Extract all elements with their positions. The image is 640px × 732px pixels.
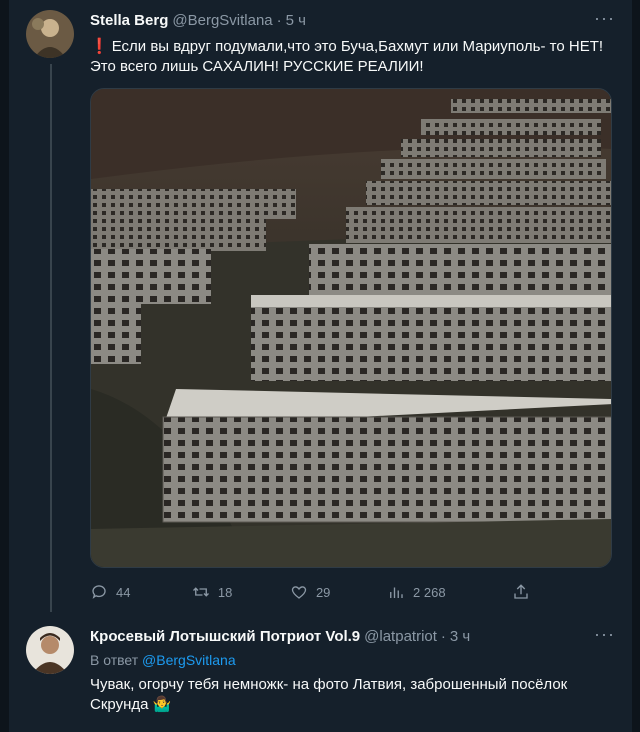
exclamation-icon: ❗ (90, 38, 109, 55)
replying-to-label: В ответ (90, 652, 139, 668)
reply-tweet-header: Кросевый Лотышский Потриот Vol.9 @latpat… (90, 628, 470, 645)
reply-text-line-1: Чувак, огорчу тебя немножк- на фото Латв… (90, 676, 568, 693)
reply-icon (92, 585, 106, 599)
retweet-count: 18 (217, 584, 233, 600)
reply-author-name[interactable]: Кросевый Лотышский Потриот Vol.9 (90, 628, 360, 645)
reply-button[interactable]: 44 (90, 583, 192, 601)
abandoned-buildings-image (91, 89, 611, 567)
views-count: 2 268 (413, 584, 446, 600)
tweet-photo[interactable] (90, 88, 612, 568)
reply-timestamp[interactable]: 3 ч (450, 628, 470, 645)
views-button[interactable]: 2 268 (387, 583, 512, 601)
reply-author-handle[interactable]: @latpatriot (364, 628, 437, 645)
tweet-text-line-2: Это всего лишь САХАЛИН! РУССКИЕ РЕАЛИИ! (90, 58, 424, 75)
share-icon (514, 584, 528, 599)
tweet-header: Stella Berg @BergSvitlana · 5 ч (90, 12, 306, 29)
tweet-text: ❗ Если вы вдруг подумали,что это Буча,Бах… (90, 37, 620, 77)
heart-icon (291, 586, 307, 599)
retweet-button[interactable]: 18 (192, 583, 290, 601)
replying-to-handle[interactable]: @BergSvitlana (142, 652, 236, 668)
like-count: 29 (315, 584, 331, 600)
reply-text-line-2: Скрунда (90, 696, 149, 713)
author-name[interactable]: Stella Berg (90, 12, 168, 29)
like-button[interactable]: 29 (290, 583, 387, 601)
more-options-button[interactable]: ··· (594, 8, 615, 29)
shrug-emoji-icon: 🤷‍♂️ (152, 696, 172, 713)
separator-dot: · (440, 628, 446, 645)
tweet-actions: 44 18 29 2 268 (90, 583, 530, 601)
timestamp[interactable]: 5 ч (286, 12, 306, 29)
reply-more-options-button[interactable]: ··· (594, 624, 615, 645)
replying-to: В ответ @BergSvitlana (90, 652, 236, 668)
views-chart-icon (390, 587, 403, 598)
share-button[interactable] (512, 583, 530, 601)
tweet-text-line-1: Если вы вдруг подумали,что это Буча,Бахм… (111, 38, 604, 55)
avatar-latpatriot[interactable] (26, 626, 74, 674)
separator-dot: · (276, 12, 282, 29)
thread-line (50, 64, 52, 612)
retweet-icon (192, 587, 209, 597)
author-handle[interactable]: @BergSvitlana (172, 12, 272, 29)
avatar-stella-berg[interactable] (26, 10, 74, 58)
reply-text: Чувак, огорчу тебя немножк- на фото Латв… (90, 675, 620, 715)
reply-count: 44 (116, 584, 131, 600)
